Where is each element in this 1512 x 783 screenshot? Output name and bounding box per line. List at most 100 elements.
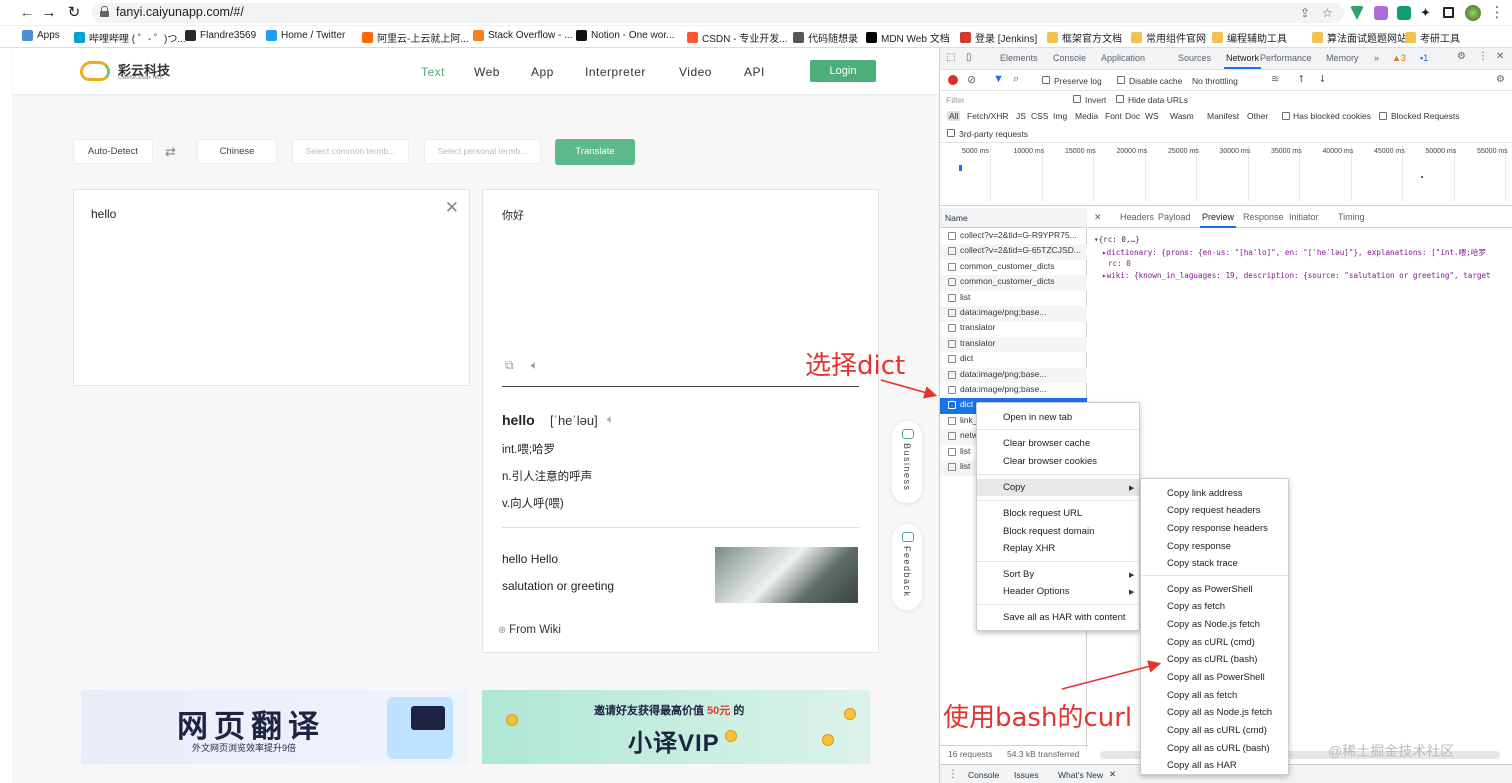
drawer-tab-console[interactable]: Console — [968, 770, 999, 780]
tab-application[interactable]: Application — [1101, 53, 1145, 63]
type-filter-fetchxhr[interactable]: Fetch/XHR — [967, 111, 1009, 121]
request-row[interactable]: list — [940, 291, 1087, 307]
speaker-icon[interactable]: 🔈︎ — [531, 358, 538, 373]
bookmark-item[interactable]: 常用组件官网 — [1131, 30, 1206, 45]
context-menu-item[interactable]: Save all as HAR with content — [1003, 612, 1126, 623]
filter-icon[interactable]: ▼ — [993, 73, 1004, 85]
context-menu-item[interactable]: Replay XHR — [1003, 543, 1055, 554]
clear-log-icon[interactable]: ⊘ — [967, 73, 976, 86]
copy-menu-item[interactable]: Copy as Node.js fetch — [1167, 619, 1260, 630]
reload-icon[interactable]: ↻ — [65, 4, 83, 22]
hide-data-urls-checkbox[interactable] — [1116, 95, 1124, 103]
copy-menu-item[interactable]: Copy response headers — [1167, 523, 1268, 534]
third-party-checkbox[interactable] — [947, 129, 955, 137]
filter-input[interactable]: Filter — [946, 95, 965, 105]
type-filter-media[interactable]: Media — [1075, 111, 1098, 121]
preview-json-line[interactable]: ▸dictionary: {prons: {en-us: "[ha'lo]", … — [1102, 247, 1486, 258]
site-logo[interactable]: 彩云科技 ColorfulClouds Tech. — [80, 58, 180, 84]
bookmark-item[interactable]: 代码随想录 — [793, 30, 858, 45]
type-filter-all[interactable]: All — [947, 111, 961, 121]
search-icon[interactable]: ⌕ — [1013, 73, 1019, 86]
bookmark-item[interactable]: Apps — [22, 30, 60, 41]
back-icon[interactable]: ← — [18, 4, 36, 22]
web-translate-banner[interactable]: 网页翻译 外文网页浏览效率提升9倍 — [81, 690, 469, 764]
feedback-side-button[interactable]: Feedback — [891, 523, 923, 611]
detail-tab-preview[interactable]: Preview — [1199, 212, 1237, 228]
copy-menu-item[interactable]: Copy as fetch — [1167, 601, 1225, 612]
request-row[interactable]: common_customer_dicts — [940, 275, 1087, 291]
context-menu-item[interactable]: Block request URL — [1003, 508, 1082, 519]
bookmark-item[interactable]: Stack Overflow - ... — [473, 30, 572, 41]
copy-menu-item[interactable]: Copy all as HAR — [1167, 760, 1237, 771]
bookmark-item[interactable]: 登录 [Jenkins] — [960, 30, 1037, 45]
preserve-log-checkbox[interactable] — [1042, 76, 1050, 84]
type-filter-img[interactable]: Img — [1053, 111, 1067, 121]
network-settings-icon[interactable]: ⚙ — [1496, 74, 1505, 85]
disable-cache-checkbox[interactable] — [1117, 76, 1125, 84]
detail-tab-timing[interactable]: Timing — [1338, 212, 1365, 222]
business-side-button[interactable]: Business — [891, 420, 923, 504]
forward-icon[interactable]: → — [40, 4, 58, 22]
copy-menu-item[interactable]: Copy all as cURL (cmd) — [1167, 725, 1267, 736]
bookmark-item[interactable]: Flandre3569 — [185, 30, 256, 41]
from-wiki-label[interactable]: ⊕ From Wiki — [498, 624, 561, 636]
extension-icon[interactable] — [1374, 6, 1388, 20]
network-timeline-overview[interactable]: 5000 ms 10000 ms 15000 ms 20000 ms 25000 ms 3… — [940, 143, 1512, 206]
throttling-select[interactable]: No throttling — [1192, 76, 1238, 86]
copy-menu-item[interactable]: Copy as cURL (bash) — [1167, 654, 1257, 665]
close-detail-icon[interactable]: ✕ — [1094, 212, 1102, 223]
nav-text[interactable]: Text — [421, 65, 445, 79]
login-button[interactable]: Login — [810, 60, 876, 82]
copy-icon[interactable]: ⧉ — [505, 358, 514, 373]
bookmark-item[interactable]: Notion - One wor... — [576, 30, 674, 41]
bookmark-item[interactable]: 考研工具 — [1405, 30, 1460, 45]
bookmark-item[interactable]: MDN Web 文档 — [866, 30, 950, 45]
source-language-select[interactable]: Auto-Detect — [73, 139, 153, 164]
preview-json-line[interactable]: ▾{rc: 0,…} — [1094, 235, 1140, 244]
context-menu-item[interactable]: Open in new tab — [1003, 412, 1072, 423]
drawer-menu-icon[interactable]: ⋮ — [948, 769, 958, 780]
translate-button[interactable]: Translate — [555, 139, 635, 165]
browser-menu-icon[interactable]: ⋮ — [1488, 4, 1506, 22]
swap-languages-icon[interactable]: ⇄ — [165, 144, 176, 160]
bookmark-item[interactable]: 阿里云-上云就上阿... — [362, 30, 469, 45]
detail-tab-payload[interactable]: Payload — [1158, 212, 1191, 222]
detail-tab-initiator[interactable]: Initiator — [1289, 212, 1319, 222]
context-menu-item[interactable]: Clear browser cache — [1003, 438, 1090, 449]
tab-console[interactable]: Console — [1053, 53, 1086, 63]
bookmark-item[interactable]: 编程辅助工具 — [1212, 30, 1287, 45]
source-text-panel[interactable]: hello ✕ — [73, 189, 470, 386]
copy-menu-item[interactable]: Copy all as Node.js fetch — [1167, 707, 1272, 718]
warnings-badge[interactable]: ▲3 — [1392, 53, 1406, 63]
close-tab-icon[interactable]: ✕ — [1109, 769, 1116, 780]
issues-badge[interactable]: ▪1 — [1420, 53, 1428, 63]
type-filter-js[interactable]: JS — [1016, 111, 1026, 121]
context-menu-item[interactable]: Header Options — [1003, 586, 1070, 597]
copy-menu-item[interactable]: Copy stack trace — [1167, 558, 1238, 569]
type-filter-ws[interactable]: WS — [1145, 111, 1159, 121]
request-row[interactable]: common_customer_dicts — [940, 260, 1087, 276]
copy-menu-item[interactable]: Copy as cURL (cmd) — [1167, 637, 1255, 648]
preview-json-line[interactable]: ▸wiki: {known_in_laguages: 19, descripti… — [1102, 271, 1491, 280]
close-devtools-icon[interactable]: ✕ — [1496, 51, 1504, 62]
more-tabs-icon[interactable]: » — [1374, 53, 1379, 63]
tab-elements[interactable]: Elements — [1000, 53, 1038, 63]
clear-icon[interactable]: ✕ — [445, 198, 459, 218]
bookmark-item[interactable]: 算法面试题题网站 — [1312, 30, 1407, 45]
share-icon[interactable]: ⇪ — [1300, 6, 1310, 20]
tab-sources[interactable]: Sources — [1178, 53, 1211, 63]
request-row[interactable]: dict — [940, 352, 1087, 368]
pronounce-speaker-icon[interactable]: 🔈︎ — [607, 412, 614, 427]
bookmark-item[interactable]: Home / Twitter — [266, 30, 345, 41]
detail-tab-response[interactable]: Response — [1243, 212, 1284, 222]
copy-menu-item[interactable]: Copy link address — [1167, 488, 1243, 499]
nav-web[interactable]: Web — [474, 65, 500, 79]
devtools-menu-icon[interactable]: ⋮ — [1478, 51, 1488, 62]
type-filter-manifest[interactable]: Manifest — [1207, 111, 1239, 121]
common-termbase-select[interactable]: Select common termb... — [292, 139, 409, 164]
import-har-icon[interactable]: ⭡ — [1299, 74, 1304, 85]
request-row[interactable]: translator — [940, 321, 1087, 337]
tab-memory[interactable]: Memory — [1326, 53, 1359, 63]
tab-performance[interactable]: Performance — [1260, 53, 1312, 63]
nav-interpreter[interactable]: Interpreter — [585, 65, 646, 79]
